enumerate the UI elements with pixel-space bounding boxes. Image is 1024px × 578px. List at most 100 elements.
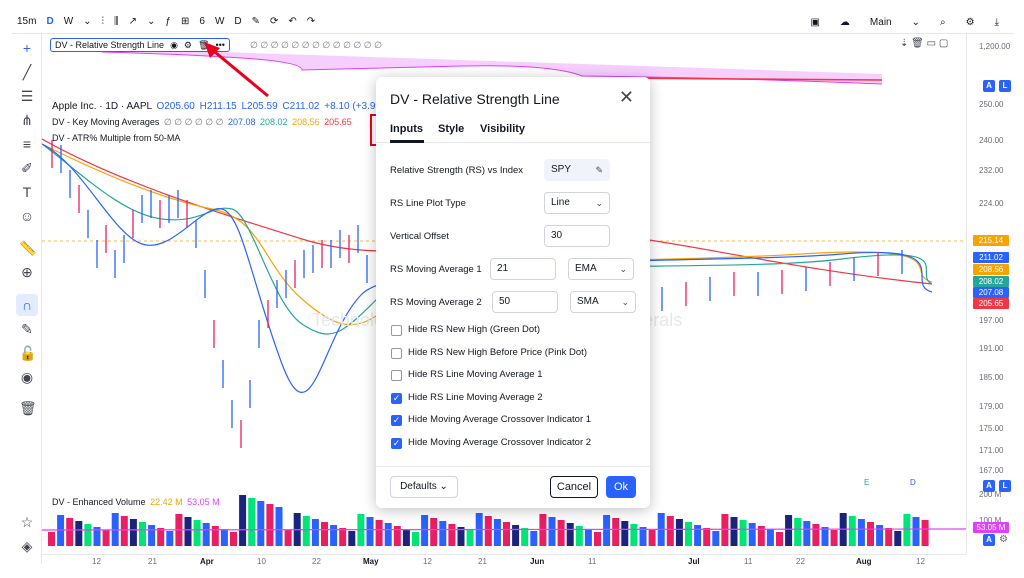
tab-visibility[interactable]: Visibility: [480, 123, 525, 135]
chevron-down-icon: ⌄: [439, 481, 448, 492]
close-icon[interactable]: ✕: [619, 87, 634, 108]
volume-bar: [66, 518, 74, 546]
lock-drawing-icon[interactable]: ✎: [19, 321, 35, 337]
volume-bar: [857, 519, 865, 546]
ma2-label: RS Moving Average 2: [390, 297, 482, 308]
ma2-length-input[interactable]: 50: [492, 291, 558, 313]
price-axis[interactable]: 1,200.00 A L 250.00 240.00 232.00 224.00…: [966, 34, 1014, 554]
plot-type-value: Line: [551, 197, 570, 208]
volume-bar: [776, 532, 783, 546]
interval-d2[interactable]: D: [229, 11, 246, 33]
search-icon[interactable]: ⌕: [935, 11, 951, 33]
indicators-icon[interactable]: ƒ: [160, 11, 176, 33]
checkbox-label: Hide RS New High (Green Dot): [408, 324, 540, 335]
pitchfork-icon[interactable]: ⋔: [19, 112, 35, 128]
cloud-icon[interactable]: ☁: [835, 11, 855, 33]
interval-6[interactable]: 6: [194, 11, 210, 33]
layout-icon[interactable]: ▣: [805, 11, 824, 33]
ok-button[interactable]: Ok: [606, 476, 636, 498]
alert-badge[interactable]: A: [983, 80, 995, 92]
checkbox-hide-rs-ma1[interactable]: [391, 370, 402, 381]
eye-icon[interactable]: ◉: [170, 40, 178, 51]
volume-bar: [903, 514, 911, 546]
time-axis[interactable]: 12 21 Apr 10 22 May 12 21 Jun 11 Jul 11 …: [42, 554, 966, 568]
interval-w[interactable]: W: [59, 11, 78, 33]
redo-icon[interactable]: ↷: [302, 11, 320, 33]
volume-bar: [830, 530, 838, 546]
checkbox-hide-rs-new-high[interactable]: [391, 325, 402, 336]
interval-d[interactable]: D: [41, 11, 58, 33]
volume-bar: [530, 531, 538, 546]
undo-icon[interactable]: ↶: [283, 11, 301, 33]
plot-type-select[interactable]: Line ⌄: [544, 192, 610, 214]
pane-controls[interactable]: ⇣ 🗑 ▭ ▢: [900, 38, 948, 49]
price-box: 211.02: [973, 252, 1009, 263]
chevron-down-icon[interactable]: ⌄: [907, 11, 925, 33]
volume-bar: [739, 520, 747, 546]
ma2-type-select[interactable]: SMA ⌄: [570, 291, 636, 313]
replay-icon[interactable]: ⟳: [265, 11, 283, 33]
line-style-icon[interactable]: ↗: [124, 11, 142, 33]
brush-icon[interactable]: ✐: [19, 160, 35, 176]
rs-index-input[interactable]: SPY ✎: [544, 159, 610, 181]
lock-icon[interactable]: 🔓: [19, 345, 36, 361]
x-tick: 21: [148, 557, 157, 566]
eye-icon[interactable]: ◉: [19, 369, 35, 385]
checkbox-hide-rs-new-high-before-price[interactable]: [391, 348, 402, 359]
alert-badge[interactable]: A: [983, 534, 995, 546]
zoom-icon[interactable]: ⊕: [19, 264, 35, 280]
earnings-marker[interactable]: E: [864, 478, 869, 487]
tab-style[interactable]: Style: [438, 123, 464, 135]
trash-icon[interactable]: 🗑: [19, 400, 37, 416]
chevron-down-icon[interactable]: ⌄: [78, 11, 96, 33]
pencil-icon[interactable]: ✎: [595, 160, 603, 180]
interval-w2[interactable]: W: [210, 11, 229, 33]
dividend-marker[interactable]: D: [910, 478, 916, 487]
camera-icon[interactable]: ⤓: [990, 11, 1004, 33]
kma-value-3: 208.56: [292, 117, 320, 127]
defaults-label: Defaults: [400, 481, 437, 492]
layout-name[interactable]: Main: [865, 11, 897, 33]
pencil-icon[interactable]: ✎: [247, 11, 265, 33]
interval-selector[interactable]: 15m: [12, 11, 41, 33]
volume-legend[interactable]: DV - Enhanced Volume 22.42 M 53.05 M: [52, 497, 220, 507]
top-toolbar: 15m D W ⌄ ⫶ ⫼ ↗ ⌄ ƒ ⊞ 6 W D ✎ ⟳ ↶ ↷ ▣ ☁ …: [12, 10, 1014, 34]
fib-icon[interactable]: ≡: [19, 136, 35, 152]
vertical-offset-input[interactable]: 30: [544, 225, 610, 247]
checkbox-hide-rs-ma2[interactable]: ✓: [391, 393, 402, 404]
text-icon[interactable]: T: [19, 184, 35, 200]
atr-legend[interactable]: DV - ATR% Multiple from 50-MA: [52, 133, 180, 143]
crosshair-icon[interactable]: +: [19, 40, 35, 56]
ma1-type-select[interactable]: EMA ⌄: [568, 258, 634, 280]
star-icon[interactable]: ☆: [19, 514, 35, 530]
ma1-length-input[interactable]: 21: [490, 258, 556, 280]
volume-bar: [512, 525, 520, 546]
volume-bar: [302, 516, 310, 546]
checkbox-hide-ma-cross-1[interactable]: ✓: [391, 415, 402, 426]
layers-icon[interactable]: ◈: [19, 538, 35, 554]
main-series-legend[interactable]: Apple Inc. · 1D · AAPL O205.60 H211.15 L…: [52, 101, 393, 112]
layout-grid-icon[interactable]: ⊞: [176, 11, 194, 33]
horizontal-lines-icon[interactable]: ☰: [19, 88, 35, 104]
magnet-icon[interactable]: ∩: [19, 297, 35, 313]
bar-style-icon[interactable]: ⫶: [97, 11, 110, 33]
cancel-button[interactable]: Cancel: [550, 476, 598, 498]
chevron-down-icon[interactable]: ⌄: [142, 11, 160, 33]
volume-bar: [730, 517, 738, 546]
volume-bar: [239, 495, 247, 546]
candle-style-icon[interactable]: ⫼: [109, 11, 124, 33]
defaults-dropdown[interactable]: Defaults ⌄: [390, 476, 458, 498]
checkbox-hide-ma-cross-2[interactable]: ✓: [391, 438, 402, 449]
tab-inputs[interactable]: Inputs: [390, 123, 423, 135]
ruler-icon[interactable]: 📏: [19, 240, 36, 256]
emoji-icon[interactable]: ☺: [19, 208, 35, 224]
y-tick: 191.00: [979, 344, 1004, 353]
gear-icon[interactable]: ⚙: [184, 40, 192, 51]
kma-legend[interactable]: DV - Key Moving Averages ∅ ∅ ∅ ∅ ∅ ∅ 207…: [52, 117, 352, 128]
gear-icon[interactable]: ⚙: [999, 534, 1008, 545]
volume-bar: [284, 530, 292, 546]
x-tick: Apr: [200, 557, 214, 566]
gear-icon[interactable]: ⚙: [961, 11, 980, 33]
trendline-icon[interactable]: ╱: [19, 64, 35, 80]
log-badge[interactable]: L: [999, 80, 1011, 92]
